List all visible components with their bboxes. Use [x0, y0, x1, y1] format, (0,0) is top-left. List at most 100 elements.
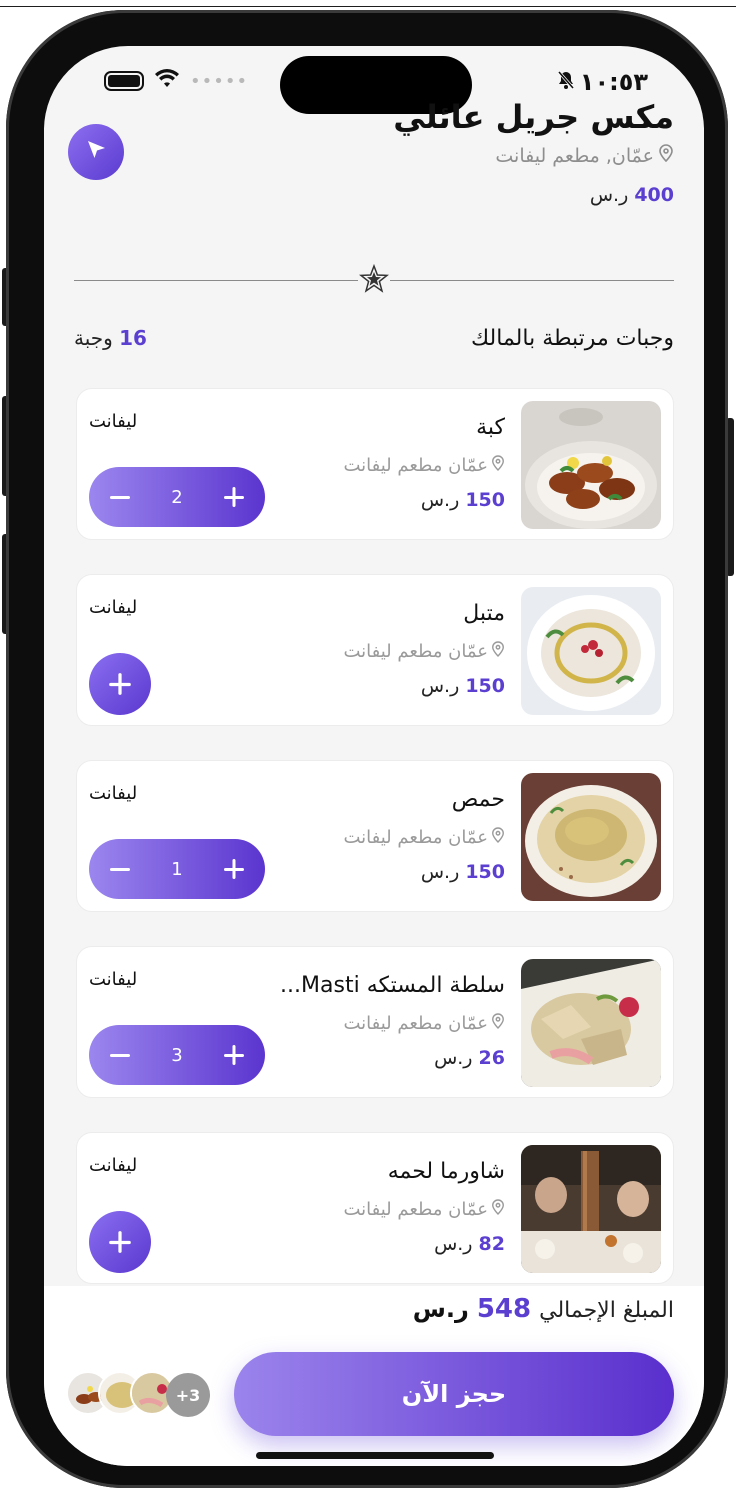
quantity-stepper: 2	[89, 467, 265, 527]
meal-price-value: 400	[634, 184, 674, 206]
location-pin-icon	[491, 1013, 505, 1034]
location-pin-icon	[491, 1199, 505, 1220]
decrease-button[interactable]	[105, 1040, 135, 1070]
add-to-order-button[interactable]	[89, 653, 151, 715]
cuisine-tag: ليفانت	[89, 597, 138, 618]
status-time: ١٠:٥٣	[556, 68, 648, 96]
order-total: المبلغ الإجمالي 548 ر.س	[413, 1294, 674, 1324]
meal-location: عمّان مطعم ليفانت	[343, 827, 505, 848]
meal-name: كبة	[476, 415, 505, 440]
decrease-button[interactable]	[105, 482, 135, 512]
meal-price-currency: ر.س	[420, 675, 460, 697]
meal-location-text: عمّان, مطعم ليفانت	[495, 144, 654, 167]
meal-card[interactable]: كبة عمّان مطعم ليفانت 150 ر.س ليفانت 2	[76, 388, 674, 540]
meal-price-currency: ر.س	[589, 184, 629, 206]
total-value: 548	[476, 1294, 532, 1324]
meal-card[interactable]: حمص عمّان مطعم ليفانت 150 ر.س ليفانت 1	[76, 760, 674, 912]
meal-price: 150 ر.س	[421, 675, 505, 697]
meal-price: 82 ر.س	[434, 1233, 505, 1255]
meal-price-currency: ر.س	[420, 489, 460, 511]
meal-price-value: 150	[465, 489, 505, 511]
navigation-arrow-icon	[83, 137, 109, 167]
plus-icon	[109, 673, 131, 695]
quantity-value: 3	[171, 1044, 183, 1066]
location-pin-icon	[491, 641, 505, 662]
location-pin-icon	[491, 827, 505, 848]
star-icon	[358, 263, 390, 295]
quantity-value: 1	[171, 858, 183, 880]
meal-location-text: عمّان مطعم ليفانت	[343, 1199, 488, 1220]
meal-location-text: عمّان مطعم ليفانت	[343, 827, 488, 848]
meals-count-unit: وجبة	[74, 326, 113, 350]
decrease-button[interactable]	[105, 854, 135, 884]
meal-card[interactable]: سلطة المستكه Masti... عمّان مطعم ليفانت …	[76, 946, 674, 1098]
plus-icon	[223, 487, 244, 507]
meal-price: 150 ر.س	[421, 861, 505, 883]
meal-location-text: عمّان مطعم ليفانت	[343, 1013, 488, 1034]
minus-icon	[110, 868, 130, 871]
clock-text: ١٠:٥٣	[579, 68, 648, 96]
meal-location: عمّان, مطعم ليفانت	[495, 144, 674, 167]
meal-price-value: 26	[478, 1047, 505, 1069]
navigate-button[interactable]	[68, 124, 124, 180]
top-border-line	[0, 6, 736, 7]
quantity-value: 2	[171, 486, 183, 508]
home-indicator	[256, 1452, 494, 1459]
phone-frame: ••••• ١٠:٥٣ مكس جريل عائلي عمّان, مطعم ل…	[6, 10, 728, 1488]
increase-button[interactable]	[219, 854, 249, 884]
quantity-stepper: 1	[89, 839, 265, 899]
meals-count-value: 16	[119, 326, 147, 350]
cuisine-tag: ليفانت	[89, 969, 138, 990]
meal-location: عمّان مطعم ليفانت	[343, 1199, 505, 1220]
wifi-icon	[154, 68, 180, 94]
location-pin-icon	[491, 455, 505, 476]
selected-meals-thumbnails[interactable]: +3	[66, 1371, 216, 1419]
minus-icon	[110, 1054, 130, 1057]
meal-image-kibbeh	[521, 401, 661, 529]
meal-name: متبل	[463, 601, 505, 626]
meal-location: عمّان مطعم ليفانت	[343, 455, 505, 476]
location-pin-icon	[658, 144, 674, 167]
cuisine-tag: ليفانت	[89, 1155, 138, 1176]
add-to-order-button[interactable]	[89, 1211, 151, 1273]
more-items-text: +3	[175, 1385, 201, 1405]
app-screen: ••••• ١٠:٥٣ مكس جريل عائلي عمّان, مطعم ل…	[44, 46, 704, 1466]
plus-icon	[109, 1231, 131, 1253]
meal-location-text: عمّان مطعم ليفانت	[343, 641, 488, 662]
meal-name: حمص	[451, 787, 505, 812]
meal-location: عمّان مطعم ليفانت	[343, 1013, 505, 1034]
meal-image-mastic-salad	[521, 959, 661, 1087]
meal-title: مكس جريل عائلي	[393, 98, 674, 136]
meal-location: عمّان مطعم ليفانت	[343, 641, 505, 662]
increase-button[interactable]	[219, 482, 249, 512]
book-now-button[interactable]: حجز الآن	[234, 1352, 674, 1436]
meal-image-mutabal	[521, 587, 661, 715]
meal-price-currency: ر.س	[420, 861, 460, 883]
cuisine-tag: ليفانت	[89, 783, 138, 804]
meal-image-hummus	[521, 773, 661, 901]
increase-button[interactable]	[219, 1040, 249, 1070]
meal-price-value: 150	[465, 861, 505, 883]
meal-price: 400 ر.س	[590, 184, 674, 206]
cuisine-tag: ليفانت	[89, 411, 138, 432]
bell-slash-icon	[556, 68, 576, 96]
battery-icon	[104, 71, 144, 91]
related-meals-title: وجبات مرتبطة بالمالك	[471, 326, 674, 351]
meal-price-value: 150	[465, 675, 505, 697]
meal-name: شاورما لحمه	[387, 1159, 505, 1184]
meal-location-text: عمّان مطعم ليفانت	[343, 455, 488, 476]
total-currency: ر.س	[412, 1295, 469, 1323]
more-items-badge: +3	[166, 1373, 210, 1417]
signal-dots-icon: •••••	[190, 70, 249, 92]
meal-price-currency: ر.س	[434, 1047, 473, 1069]
meal-price: 26 ر.س	[434, 1047, 505, 1069]
meal-card[interactable]: متبل عمّان مطعم ليفانت 150 ر.س ليفانت	[76, 574, 674, 726]
status-indicators: •••••	[104, 68, 248, 94]
meal-name: سلطة المستكه Masti...	[280, 973, 505, 998]
minus-icon	[110, 496, 130, 499]
meal-price: 150 ر.س	[421, 489, 505, 511]
plus-icon	[223, 1045, 244, 1065]
related-meals-count: 16 وجبة	[74, 326, 147, 350]
total-label: المبلغ الإجمالي	[539, 1298, 674, 1323]
meal-card[interactable]: شاورما لحمه عمّان مطعم ليفانت 82 ر.س ليف…	[76, 1132, 674, 1284]
